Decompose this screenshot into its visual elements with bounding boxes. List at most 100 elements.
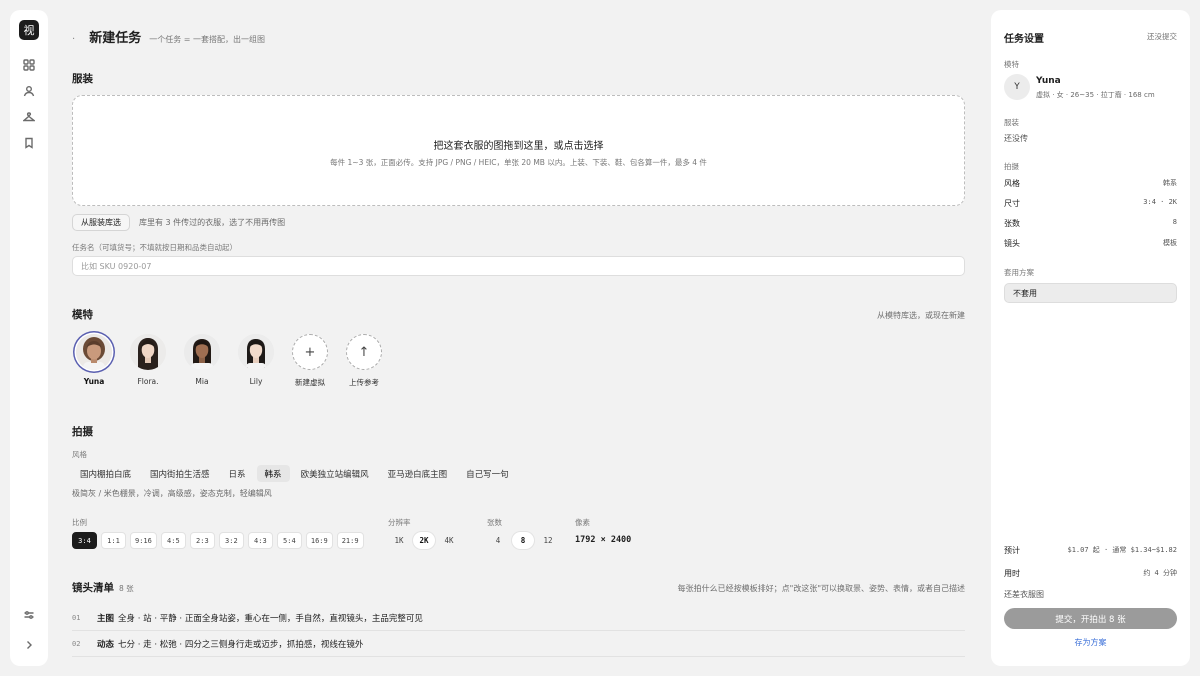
ratio-option[interactable]: 21:9 — [336, 532, 364, 549]
ratio-option[interactable]: 4:5 — [160, 532, 186, 549]
model-name: Mia — [195, 377, 209, 386]
row-value: 约 4 分钟 — [1143, 569, 1177, 577]
style-chip[interactable]: 日系 — [221, 465, 254, 482]
count-option[interactable]: 4 — [487, 532, 509, 549]
main-content: · 新建任务 一个任务 = 一套搭配，出一组图 服装 把这套衣服的图拖到这里，或… — [48, 0, 983, 676]
sliders-icon[interactable] — [21, 607, 37, 623]
count-label: 张数 — [487, 518, 502, 527]
shot-row[interactable]: 01 主图 全身 · 站 · 平静 · 正面全身站姿，重心在一侧，手自然，直视镜… — [72, 605, 965, 631]
model-library-link[interactable]: 从模特库选，或现在新建 — [877, 310, 965, 321]
shot-keyword: 动态 — [97, 639, 115, 650]
panel-row-style: 风格 韩系 — [1004, 178, 1177, 189]
style-description: 极简灰 / 米色棚景，冷调，高级感，姿态克制，轻编辑风 — [72, 489, 272, 498]
task-name-input[interactable] — [72, 256, 965, 276]
page-subtitle: 一个任务 = 一套搭配，出一组图 — [149, 35, 265, 44]
upload-arrow-icon: ↑ — [346, 334, 382, 370]
resolution-option[interactable]: 1K — [388, 532, 410, 549]
model-name: Lily — [249, 377, 263, 386]
dropzone-title: 把这套衣服的图拖到这里，或点击选择 — [433, 141, 604, 152]
task-name-label: 任务名（可填货号；不填就按日期和品类自动起） — [72, 243, 237, 252]
avatar — [76, 334, 112, 370]
back-dot-icon[interactable]: · — [72, 34, 75, 45]
model-list: Yuna Flora. Mia Lily + 新建虚拟 ↑ 上传参考 — [76, 334, 382, 388]
ratio-option[interactable]: 2:3 — [189, 532, 215, 549]
model-card-mia[interactable]: Mia — [184, 334, 220, 388]
row-key: 张数 — [1004, 219, 1020, 228]
ratio-option[interactable]: 1:1 — [101, 532, 126, 549]
shot-index: 01 — [72, 613, 81, 622]
garment-dropzone[interactable]: 把这套衣服的图拖到这里，或点击选择 每件 1~3 张，正面必传。支持 JPG /… — [72, 95, 965, 206]
style-chip[interactable]: 国内街拍生活感 — [142, 465, 218, 482]
panel-title: 任务设置 — [1004, 34, 1044, 45]
upload-reference-button[interactable]: ↑ 上传参考 — [346, 334, 382, 388]
grid-icon[interactable] — [21, 57, 37, 73]
panel-status: 还没提交 — [1147, 32, 1177, 41]
model-section-title: 模特 — [72, 309, 93, 321]
panel-model-desc: 虚拟 · 女 · 26~35 · 拉丁裔 · 168 cm — [1036, 91, 1155, 99]
avatar — [184, 334, 220, 370]
panel-row-time: 用时 约 4 分钟 — [1004, 568, 1177, 579]
chevron-right-icon[interactable] — [21, 637, 37, 653]
ratio-option[interactable]: 9:16 — [130, 532, 157, 549]
row-key: 预计 — [1004, 546, 1020, 555]
resolution-option[interactable]: 4K — [438, 532, 460, 549]
page-header: · 新建任务 一个任务 = 一套搭配，出一组图 — [72, 27, 265, 46]
ratio-option[interactable]: 16:9 — [305, 532, 333, 549]
user-icon[interactable] — [21, 83, 37, 99]
panel-shoot-label: 拍摄 — [1004, 162, 1019, 171]
ratio-option[interactable]: 5:4 — [276, 532, 302, 549]
left-rail: 视 — [10, 10, 48, 666]
style-chip[interactable]: 亚马逊白底主图 — [380, 465, 456, 482]
page-title: 新建任务 — [89, 31, 142, 46]
model-card-lily[interactable]: Lily — [238, 334, 274, 388]
panel-row-estimate: 预计 $1.07 起 · 通常 $1.34~$1.82 — [1004, 545, 1177, 556]
shot-list-hint: 每张拍什么已经按模板排好；点"改这张"可以换取景、姿势、表情，或者自己描述 — [677, 584, 965, 593]
save-plan-link[interactable]: 存为方案 — [1004, 637, 1177, 648]
style-chip-group: 国内棚拍白底 国内街拍生活感 日系 韩系 欧美独立站编辑风 亚马逊白底主图 自己… — [72, 465, 517, 482]
model-name: Flora. — [137, 377, 159, 386]
pixel-value: 1792 × 2400 — [575, 535, 632, 545]
app-logo[interactable]: 视 — [19, 20, 39, 40]
row-value: 3:4 · 2K — [1143, 198, 1177, 206]
style-chip[interactable]: 国内棚拍白底 — [72, 465, 139, 482]
resolution-option-selected[interactable]: 2K — [413, 532, 435, 549]
panel-row-lens: 镜头 模板 — [1004, 238, 1177, 249]
count-option[interactable]: 12 — [537, 532, 559, 549]
panel-model-label: 模特 — [1004, 60, 1019, 69]
avatar — [238, 334, 274, 370]
shoot-section-title: 拍摄 — [72, 426, 93, 438]
garment-section-title: 服装 — [72, 73, 93, 85]
shot-list-header: 镜头清单 8 张 — [72, 580, 134, 595]
row-key: 镜头 — [1004, 239, 1020, 248]
resolution-label: 分辨率 — [388, 518, 411, 527]
hanger-icon[interactable] — [21, 109, 37, 125]
resolution-group: 1K 2K 4K — [388, 532, 460, 549]
ratio-label: 比例 — [72, 518, 87, 527]
model-card-flora[interactable]: Flora. — [130, 334, 166, 388]
task-settings-panel: 任务设置 还没提交 模特 Y Yuna 虚拟 · 女 · 26~35 · 拉丁裔… — [991, 10, 1190, 666]
ratio-option[interactable]: 3:2 — [218, 532, 244, 549]
shot-row[interactable]: 02 动态 七分 · 走 · 松弛 · 四分之三侧身行走或迈步，抓拍感，视线在镜… — [72, 631, 965, 657]
model-card-yuna[interactable]: Yuna — [76, 334, 112, 388]
plus-icon: + — [292, 334, 328, 370]
plan-select[interactable]: 不套用 — [1004, 283, 1177, 303]
style-chip[interactable]: 欧美独立站编辑风 — [293, 465, 377, 482]
ratio-option-selected[interactable]: 3:4 — [72, 532, 97, 549]
count-option-selected[interactable]: 8 — [512, 532, 534, 549]
panel-plan-label: 套用方案 — [1004, 268, 1034, 277]
style-chip-selected[interactable]: 韩系 — [256, 465, 290, 482]
row-value: 模板 — [1163, 239, 1177, 247]
submit-button[interactable]: 提交，开拍出 8 张 — [1004, 608, 1177, 629]
panel-garment-label: 服装 — [1004, 118, 1019, 127]
dropzone-hint: 每件 1~3 张，正面必传。支持 JPG / PNG / HEIC，单张 20 … — [330, 158, 707, 167]
avatar — [130, 334, 166, 370]
new-virtual-model-button[interactable]: + 新建虚拟 — [292, 334, 328, 388]
style-chip-custom[interactable]: 自己写一句 — [458, 465, 517, 482]
ratio-option[interactable]: 4:3 — [247, 532, 273, 549]
shot-index: 02 — [72, 639, 81, 648]
garment-library-button[interactable]: 从服装库选 — [72, 214, 130, 231]
bookmark-icon[interactable] — [21, 135, 37, 151]
row-value: 韩系 — [1163, 179, 1177, 187]
shot-keyword: 主图 — [97, 613, 115, 624]
upload-reference-label: 上传参考 — [349, 378, 379, 387]
